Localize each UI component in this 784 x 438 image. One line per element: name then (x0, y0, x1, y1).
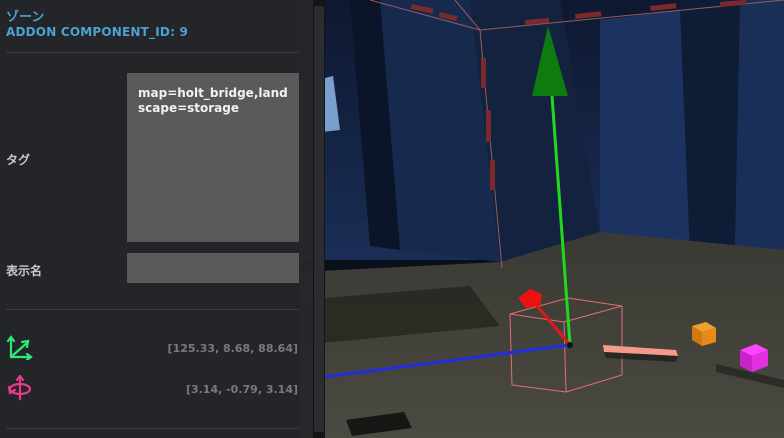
gizmo-origin[interactable] (567, 342, 573, 348)
properties-panel: ゾーン ADDON COMPONENT_ID: 9 タグ map=holt_br… (0, 0, 314, 438)
tag-value: map=holt_bridge,landscape=storage (138, 86, 288, 115)
position-value: [125.33, 8.68, 88.64] (167, 342, 298, 355)
component-id: ADDON COMPONENT_ID: 9 (6, 25, 188, 39)
move-axes-icon[interactable] (6, 334, 34, 362)
display-name-label: 表示名 (6, 264, 43, 278)
wall-panel (680, 0, 740, 256)
display-name-input[interactable] (127, 253, 299, 283)
divider (6, 428, 299, 429)
rotate-icon[interactable] (6, 374, 34, 401)
tag-label: タグ (6, 153, 31, 167)
panel-title: ゾーン (6, 10, 45, 25)
divider (6, 309, 299, 310)
wall-panel (735, 0, 784, 252)
rotation-value: [3.14, -0.79, 3.14] (185, 383, 298, 396)
tag-textarea[interactable]: map=holt_bridge,landscape=storage (127, 73, 299, 242)
divider (6, 52, 299, 53)
panel-scrollbar-thumb[interactable] (314, 6, 324, 432)
wall-panel (600, 10, 690, 256)
